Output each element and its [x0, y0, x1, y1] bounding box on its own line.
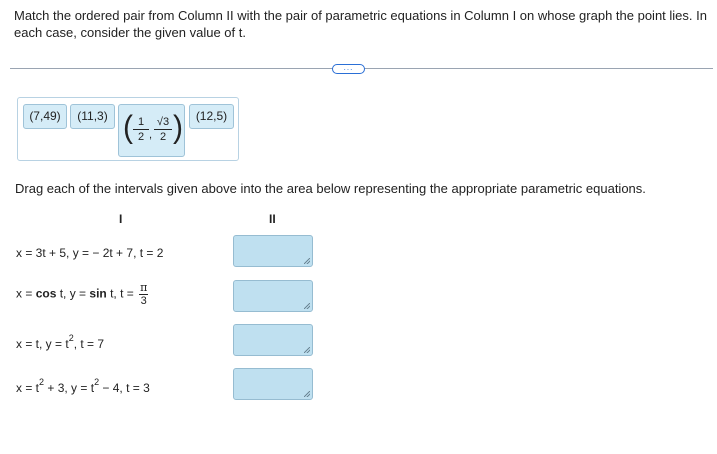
sin-function: sin [89, 286, 107, 301]
fraction-numerator: π [139, 281, 149, 295]
equation-text: t, t = [106, 286, 138, 301]
equation-text: x = [16, 286, 36, 301]
tile-12-5[interactable]: (12,5) [189, 104, 234, 129]
left-paren: ( [123, 110, 133, 145]
equation-text: − 4, t = 3 [99, 381, 150, 395]
fraction-denominator: 3 [140, 295, 147, 307]
tile-11-3[interactable]: (11,3) [70, 104, 115, 129]
equation-3: x = t, y = t2, t = 7 [16, 334, 105, 352]
equation-text: x = t, y = t [16, 337, 69, 351]
cos-function: cos [35, 286, 57, 301]
fraction-denominator: 2 [137, 131, 145, 143]
pi-over-3-fraction: π3 [139, 281, 149, 307]
tile-7-49[interactable]: (7,49) [23, 104, 67, 129]
exponent: 2 [68, 333, 74, 343]
tile-half-root3-half[interactable]: ( 1 2 , √3 2 ) [118, 104, 185, 157]
equation-text: , t = 7 [73, 337, 105, 351]
drop-target-3[interactable] [233, 324, 313, 356]
equation-text: t, y = [56, 286, 90, 301]
instructions-text: Match the ordered pair from Column II wi… [14, 8, 707, 40]
fraction-numerator: 1 [133, 116, 149, 130]
exponent: 2 [94, 377, 100, 387]
fraction-numerator: √3 [154, 116, 172, 130]
drag-instructions: Drag each of the intervals given above i… [15, 181, 646, 196]
equation-4: x = t2 + 3, y = t2 − 4, t = 3 [16, 378, 150, 396]
drop-target-1[interactable] [233, 235, 313, 267]
equation-text: + 3, y = t [44, 381, 95, 395]
fraction-denominator: 2 [159, 131, 167, 143]
column-ii-header: II [269, 212, 276, 226]
equation-2: x = cos t, y = sin t, t = π3 [16, 281, 149, 307]
fraction-1-2: 1 2 [133, 116, 149, 144]
more-options-button[interactable]: ... [332, 64, 365, 74]
equation-text: x = t [16, 381, 40, 395]
column-i-header: I [119, 212, 123, 226]
drop-target-4[interactable] [233, 368, 313, 400]
fraction-root3-2: √3 2 [154, 116, 172, 144]
exponent: 2 [39, 377, 45, 387]
answer-tile-bank: (7,49) (11,3) ( 1 2 , √3 2 ) (12,5) [17, 97, 239, 161]
right-paren: ) [173, 110, 183, 145]
drop-target-2[interactable] [233, 280, 313, 312]
equation-1: x = 3t + 5, y = − 2t + 7, t = 2 [16, 246, 164, 260]
comma: , [149, 129, 153, 141]
